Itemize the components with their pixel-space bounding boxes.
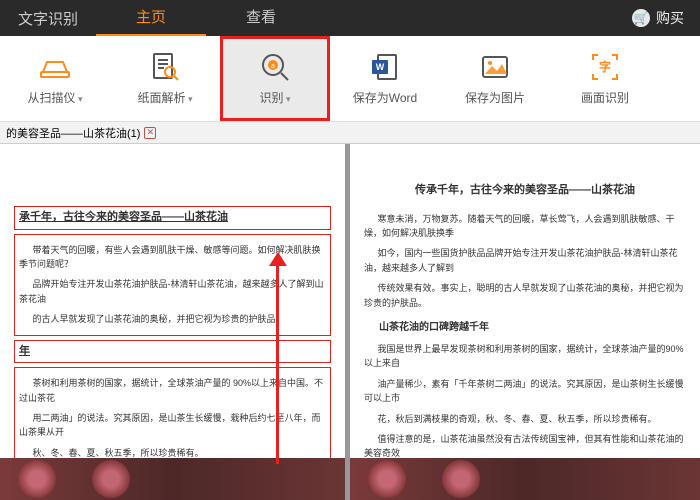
app-name: 文字识别	[0, 8, 96, 29]
image-icon	[479, 51, 511, 83]
flower-image	[368, 460, 406, 498]
text-line: 油产量稀少，素有「千年茶树二两油」的说法。究其原因，是山茶树生长缓慢可以上市	[364, 377, 686, 406]
svg-text:字: 字	[599, 59, 611, 74]
svg-text:W: W	[376, 62, 385, 72]
section-heading: 山茶花油的口碑跨越千年	[364, 320, 686, 336]
text-line: 传统效果有效。事实上，聪明的古人早就发现了山茶花油的奥秘，并把它视为珍贵的护肤品…	[364, 281, 686, 310]
cart-icon: 🛒	[632, 9, 650, 27]
text-line: 茶树和利用茶树的国家，据统计，全球茶油产量的 90%以上来自中国。不过山茶花	[19, 376, 326, 405]
ocr-icon: a	[259, 51, 291, 83]
image-strip	[350, 458, 700, 500]
right-pane: 传承千年，古往今来的美容圣品——山茶花油 寒意未消，万物复苏。随着天气的回暖，草…	[350, 144, 700, 500]
screen-ocr-label: 画面识别	[581, 89, 629, 106]
flower-image	[442, 460, 480, 498]
text-line: 花，秋后到满枝果的奇观，秋、冬、春、夏、秋五季，所以珍贵稀有。	[364, 412, 686, 426]
toolbar: 从扫描仪 纸面解析 a 识别 W 保存为Word 保存为图片 字 画面识别	[0, 36, 700, 122]
scan-button[interactable]: 从扫描仪	[0, 36, 110, 121]
text-line: 寒意未消，万物复苏。随着天气的回暖，草长莺飞，人会遇到肌肤敏感、干燥，如何解决肌…	[364, 212, 686, 241]
save-word-label: 保存为Word	[353, 89, 417, 106]
parse-label: 纸面解析	[137, 89, 192, 106]
ocr-button[interactable]: a 识别	[220, 36, 330, 121]
screen-ocr-button[interactable]: 字 画面识别	[550, 36, 660, 121]
right-page: 传承千年，古往今来的美容圣品——山茶花油 寒意未消，万物复苏。随着天气的回暖，草…	[350, 144, 700, 500]
word-icon: W	[369, 51, 401, 83]
ocr-label: 识别	[259, 89, 290, 106]
save-word-button[interactable]: W 保存为Word	[330, 36, 440, 121]
buy-button[interactable]: 🛒 购买	[616, 8, 700, 28]
text-line: 品牌开始专注开发山茶花油护肤品-林清轩山茶花油，越来越多人了解到山茶花油	[19, 277, 326, 306]
text-line: 用二两油」的说法。究其原因，是山茶生长缓慢，栽种后约七至八年，而山茶果从开	[19, 411, 326, 440]
save-image-label: 保存为图片	[465, 89, 525, 106]
annotation-arrow	[276, 264, 279, 464]
screen-ocr-icon: 字	[589, 51, 621, 83]
left-page: 承千年，古往今来的美容圣品——山茶花油 带着天气的回暖，有些人会遇到肌肤干燥、敏…	[0, 144, 345, 500]
save-image-button[interactable]: 保存为图片	[440, 36, 550, 121]
tab-view[interactable]: 查看	[206, 0, 316, 36]
tab-home[interactable]: 主页	[96, 0, 206, 36]
scanner-icon	[39, 51, 71, 83]
left-title: 承千年，古往今来的美容圣品——山茶花油	[19, 211, 228, 223]
document-tab-bar: 的美容圣品——山茶花油(1) ✕	[0, 122, 700, 144]
svg-text:a: a	[271, 63, 275, 70]
doc-title: 传承千年，古往今来的美容圣品——山茶花油	[364, 182, 686, 200]
text-line: 的古人早就发现了山茶花油的奥秘，并把它视为珍贵的护肤品。	[19, 312, 326, 326]
image-strip	[0, 458, 345, 500]
buy-label: 购买	[656, 8, 684, 28]
document-tab-title: 的美容圣品——山茶花油(1)	[6, 125, 140, 141]
flower-image	[92, 460, 130, 498]
parse-button[interactable]: 纸面解析	[110, 36, 220, 121]
text-line: 我国是世界上最早发现茶树和利用茶树的国家，据统计，全球茶油产量的90%以上来自	[364, 342, 686, 371]
scan-label: 从扫描仪	[27, 89, 82, 106]
section-heading: 年	[19, 345, 30, 357]
flower-image	[18, 460, 56, 498]
text-line: 如今，国内一些国货护肤品品牌开始专注开发山茶花油护肤品-林清轩山茶花油，越来越多…	[364, 246, 686, 275]
left-pane: 承千年，古往今来的美容圣品——山茶花油 带着天气的回暖，有些人会遇到肌肤干燥、敏…	[0, 144, 345, 500]
text-line: 值得注意的是，山茶花油虽然没有古法传统国宝神，但其有性能和山茶花油的美容奇效	[364, 432, 686, 461]
workspace: 承千年，古往今来的美容圣品——山茶花油 带着天气的回暖，有些人会遇到肌肤干燥、敏…	[0, 144, 700, 500]
close-tab-icon[interactable]: ✕	[144, 127, 156, 139]
document-search-icon	[149, 51, 181, 83]
document-tab[interactable]: 的美容圣品——山茶花油(1) ✕	[0, 125, 162, 141]
